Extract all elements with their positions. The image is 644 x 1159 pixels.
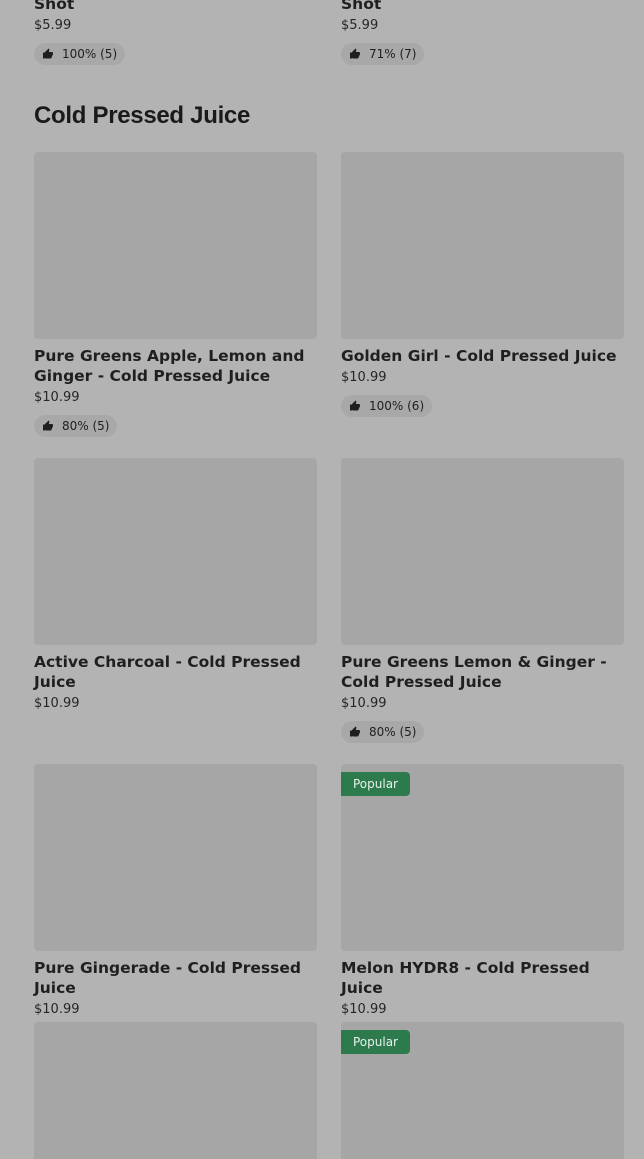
product-title[interactable]: Pure Greens Apple, Lemon and Ginger - Co… <box>34 346 317 386</box>
product-image[interactable] <box>34 1022 317 1159</box>
product-price: $10.99 <box>341 370 387 385</box>
product-card[interactable] <box>34 1022 317 1159</box>
product-card[interactable]: Pure Greens Apple, Lemon and Ginger - Co… <box>34 152 317 437</box>
product-price: $10.99 <box>34 1002 80 1017</box>
rating-text: 80% (5) <box>62 419 110 433</box>
product-price: $10.99 <box>34 696 80 711</box>
product-card[interactable]: Pure Gingerade - Cold Pressed Juice $10.… <box>34 764 317 1018</box>
rating-pill: 80% (5) <box>34 415 118 437</box>
product-title[interactable]: Shot <box>34 0 317 14</box>
product-card[interactable]: Popular <box>341 1022 624 1159</box>
product-image[interactable]: Popular <box>341 1022 624 1159</box>
product-title[interactable]: Active Charcoal - Cold Pressed Juice <box>34 652 317 692</box>
thumbs-up-icon <box>43 420 53 431</box>
product-card[interactable]: Shot $5.99 100% (5) <box>34 0 317 65</box>
product-price: $10.99 <box>341 696 387 711</box>
product-price: $5.99 <box>34 18 72 33</box>
product-listing-page: Shot $5.99 100% (5) Shot $5.99 71% (7) C… <box>0 0 644 1159</box>
product-title[interactable]: Pure Gingerade - Cold Pressed Juice <box>34 958 317 998</box>
product-price: $10.99 <box>341 1002 387 1017</box>
rating-text: 71% (7) <box>369 47 417 61</box>
product-card[interactable]: Shot $5.99 71% (7) <box>341 0 624 65</box>
product-image[interactable]: Popular <box>341 764 624 951</box>
thumbs-up-icon <box>350 48 360 59</box>
rating-pill: 100% (5) <box>34 43 126 65</box>
rating-text: 100% (6) <box>369 399 425 413</box>
product-card[interactable]: Active Charcoal - Cold Pressed Juice $10… <box>34 458 317 712</box>
rating-pill: 100% (6) <box>341 395 433 417</box>
thumbs-up-icon <box>43 48 53 59</box>
product-image[interactable] <box>341 458 624 645</box>
product-image[interactable] <box>34 458 317 645</box>
product-title[interactable]: Melon HYDR8 - Cold Pressed Juice <box>341 958 624 998</box>
product-title[interactable]: Pure Greens Lemon & Ginger - Cold Presse… <box>341 652 624 692</box>
thumbs-up-icon <box>350 400 360 411</box>
thumbs-up-icon <box>350 726 360 737</box>
product-image[interactable] <box>341 152 624 339</box>
product-card[interactable]: Popular Melon HYDR8 - Cold Pressed Juice… <box>341 764 624 1018</box>
rating-text: 80% (5) <box>369 725 417 739</box>
section-title: Cold Pressed Juice <box>34 102 251 129</box>
product-title[interactable]: Shot <box>341 0 624 14</box>
product-image[interactable] <box>34 764 317 951</box>
product-image[interactable] <box>34 152 317 339</box>
product-price: $10.99 <box>34 390 80 405</box>
rating-pill: 80% (5) <box>341 721 425 743</box>
rating-text: 100% (5) <box>62 47 118 61</box>
product-card[interactable]: Golden Girl - Cold Pressed Juice $10.99 … <box>341 152 624 417</box>
product-card[interactable]: Pure Greens Lemon & Ginger - Cold Presse… <box>341 458 624 743</box>
popular-badge: Popular <box>341 772 410 796</box>
product-price: $5.99 <box>341 18 379 33</box>
rating-pill: 71% (7) <box>341 43 425 65</box>
popular-badge: Popular <box>341 1030 410 1054</box>
product-title[interactable]: Golden Girl - Cold Pressed Juice <box>341 346 624 366</box>
